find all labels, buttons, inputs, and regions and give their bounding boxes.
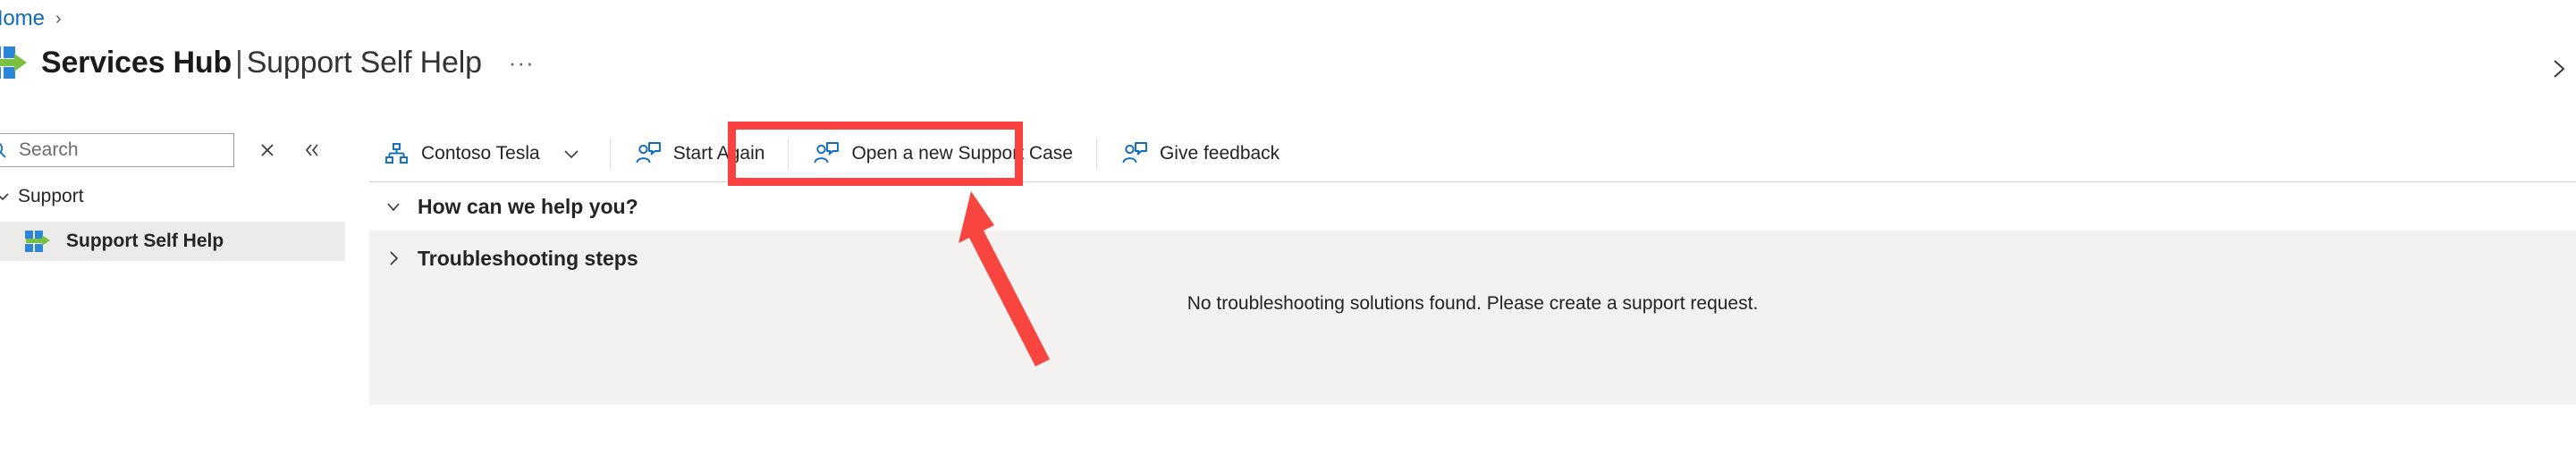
command-label: Start Again <box>672 143 765 164</box>
org-hierarchy-icon <box>382 139 410 168</box>
contact-support-icon <box>634 139 663 168</box>
search-box[interactable] <box>0 133 266 167</box>
toolbar-separator <box>1095 138 1097 170</box>
sidebar-item-support-self-help[interactable]: Support Self Help <box>0 222 345 261</box>
chevron-down-icon <box>0 181 18 212</box>
sidebar: Support Support Self Help <box>0 125 349 471</box>
double-chevron-left-icon[interactable] <box>293 133 331 167</box>
search-icon <box>0 140 13 160</box>
sidebar-group-support[interactable]: Support <box>0 181 349 213</box>
command-label: Contoso Tesla <box>421 143 540 164</box>
contact-support-icon <box>812 139 840 168</box>
breadcrumb: Home › <box>0 5 62 32</box>
sidebar-group-label: Support <box>18 186 84 206</box>
sidebar-search-row <box>0 132 349 168</box>
command-start-again[interactable]: Start Again <box>621 129 778 179</box>
chevron-down-icon[interactable] <box>556 140 587 167</box>
command-contoso-tesla[interactable]: Contoso Tesla <box>369 129 599 179</box>
section-title: Troubleshooting steps <box>418 247 638 270</box>
troubleshooting-panel: Troubleshooting steps No troubleshooting… <box>369 231 2576 405</box>
section-how-can-we-help-you[interactable]: How can we help you? <box>369 182 2576 231</box>
page-title: Services Hub | Support Self Help <box>41 43 482 82</box>
page-title-section: Support Self Help <box>246 46 482 80</box>
breadcrumb-separator-icon: › <box>55 9 62 29</box>
page-title-product: Services Hub <box>41 46 232 80</box>
chevron-down-icon <box>378 191 409 222</box>
chevron-right-icon[interactable] <box>2547 54 2572 84</box>
section-title: How can we help you? <box>418 195 638 218</box>
more-options-button[interactable]: ··· <box>509 43 535 82</box>
main-content: How can we help you? Troubleshooting ste… <box>369 182 2576 471</box>
contact-support-icon <box>1120 139 1149 168</box>
toolbar-separator <box>609 138 611 170</box>
search-input[interactable] <box>13 135 266 165</box>
services-hub-logo-icon <box>0 45 29 80</box>
page-title-divider: | <box>235 46 243 80</box>
command-open-a-new-support-case[interactable]: Open a new Support Case <box>799 129 1085 179</box>
sidebar-item-label: Support Self Help <box>66 231 224 251</box>
command-label: Give feedback <box>1159 143 1280 164</box>
section-troubleshooting-steps[interactable]: Troubleshooting steps <box>369 231 2576 281</box>
breadcrumb-item-home[interactable]: Home <box>0 5 45 32</box>
toolbar-separator <box>788 138 790 170</box>
chevron-right-icon <box>378 243 409 273</box>
command-give-feedback[interactable]: Give feedback <box>1108 129 1292 179</box>
command-label: Open a new Support Case <box>851 143 1073 164</box>
services-hub-logo-icon <box>25 230 52 253</box>
app-root: Home › Services Hub|Support Self Help ··… <box>0 0 2576 471</box>
command-bar: Contoso Tesla Start Again Open a new Sup… <box>369 125 2576 182</box>
page-header: Services Hub | Support Self Help ··· <box>0 39 535 86</box>
empty-state-message: No troubleshooting solutions found. Plea… <box>1187 293 1759 314</box>
